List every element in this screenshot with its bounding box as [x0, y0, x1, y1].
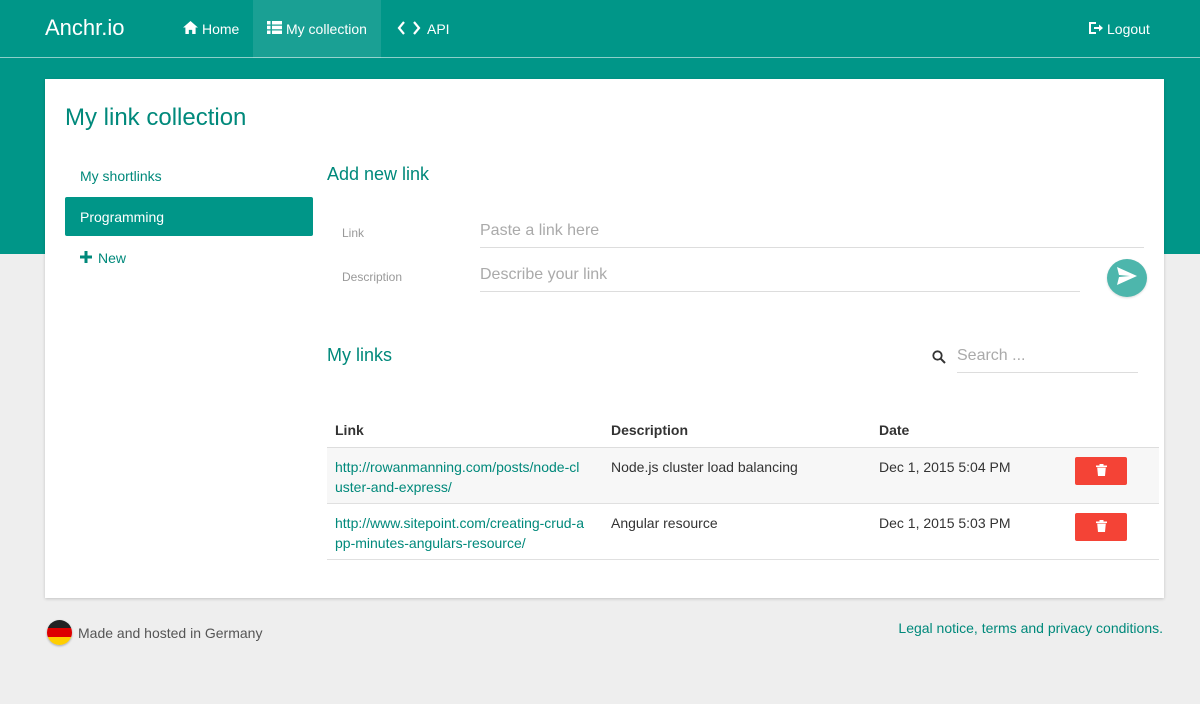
sidebar-item-label: My shortlinks [80, 167, 162, 184]
navbar: Anchr.io Home My collection API Logout [0, 0, 1200, 58]
nav-my-collection[interactable]: My collection [253, 0, 381, 58]
page-title: My link collection [65, 104, 247, 131]
list-icon [267, 21, 286, 37]
delete-link-button[interactable] [1075, 512, 1127, 541]
link-cell: http://rowanmanning.com/posts/node-clust… [327, 447, 603, 504]
logout-icon [1088, 21, 1107, 38]
link-url[interactable]: http://www.sitepoint.com/creating-crud-a… [335, 513, 590, 553]
home-icon [183, 21, 202, 37]
links-table: Link Description Date http://rowanmannin… [327, 413, 1159, 560]
description-label: Description [342, 270, 403, 284]
nav-home-label: Home [202, 21, 240, 37]
sidebar-item-my-shortlinks[interactable]: My shortlinks [65, 156, 313, 195]
column-header-actions [1067, 413, 1159, 448]
sidebar-new-label: New [98, 249, 127, 266]
brand-logo[interactable]: Anchr.io [45, 15, 125, 41]
my-links-title: My links [327, 345, 393, 365]
sidebar-new-collection-button[interactable]: New [65, 238, 313, 277]
actions-cell [1067, 503, 1159, 560]
link-input[interactable] [480, 221, 1144, 248]
column-header-description: Description [603, 413, 871, 448]
table-row: http://www.sitepoint.com/creating-crud-a… [327, 503, 1159, 560]
main-card: My link collection My shortlinks Program… [45, 79, 1164, 598]
actions-cell [1067, 447, 1159, 504]
date-cell: Dec 1, 2015 5:04 PM [871, 447, 1067, 504]
link-label: Link [342, 226, 365, 240]
trash-icon [1095, 461, 1107, 481]
submit-link-button[interactable] [1107, 259, 1147, 297]
germany-flag-icon [47, 620, 72, 645]
logout-button[interactable]: Logout [1074, 0, 1164, 58]
footer-made-in-text: Made and hosted in Germany [78, 624, 263, 641]
column-header-date: Date [871, 413, 1067, 448]
trash-icon [1095, 517, 1107, 537]
column-header-link: Link [327, 413, 603, 448]
date-cell: Dec 1, 2015 5:03 PM [871, 503, 1067, 560]
description-input[interactable] [480, 265, 1080, 292]
nav-my-collection-label: My collection [286, 21, 367, 37]
footer-made-in: Made and hosted in Germany [47, 620, 262, 645]
description-cell: Node.js cluster load balancing [603, 447, 871, 504]
nav-home[interactable]: Home [169, 0, 253, 58]
search-icon [932, 350, 946, 369]
link-cell: http://www.sitepoint.com/creating-crud-a… [327, 503, 603, 560]
plus-icon [80, 250, 98, 266]
table-row: http://rowanmanning.com/posts/node-clust… [327, 447, 1159, 504]
footer-legal-link[interactable]: Legal notice, terms and privacy conditio… [898, 620, 1163, 636]
code-icon [397, 20, 427, 38]
nav-api[interactable]: API [383, 0, 464, 58]
nav-api-label: API [427, 21, 450, 37]
delete-link-button[interactable] [1075, 456, 1127, 485]
sidebar-item-programming[interactable]: Programming [65, 197, 313, 236]
search-input[interactable] [957, 346, 1138, 373]
link-url[interactable]: http://rowanmanning.com/posts/node-clust… [335, 457, 585, 497]
send-icon [1116, 266, 1138, 291]
add-link-title: Add new link [327, 164, 430, 184]
logout-label: Logout [1107, 21, 1150, 37]
description-cell: Angular resource [603, 503, 871, 560]
table-header-row: Link Description Date [327, 413, 1159, 448]
sidebar-item-label: Programming [80, 208, 165, 225]
